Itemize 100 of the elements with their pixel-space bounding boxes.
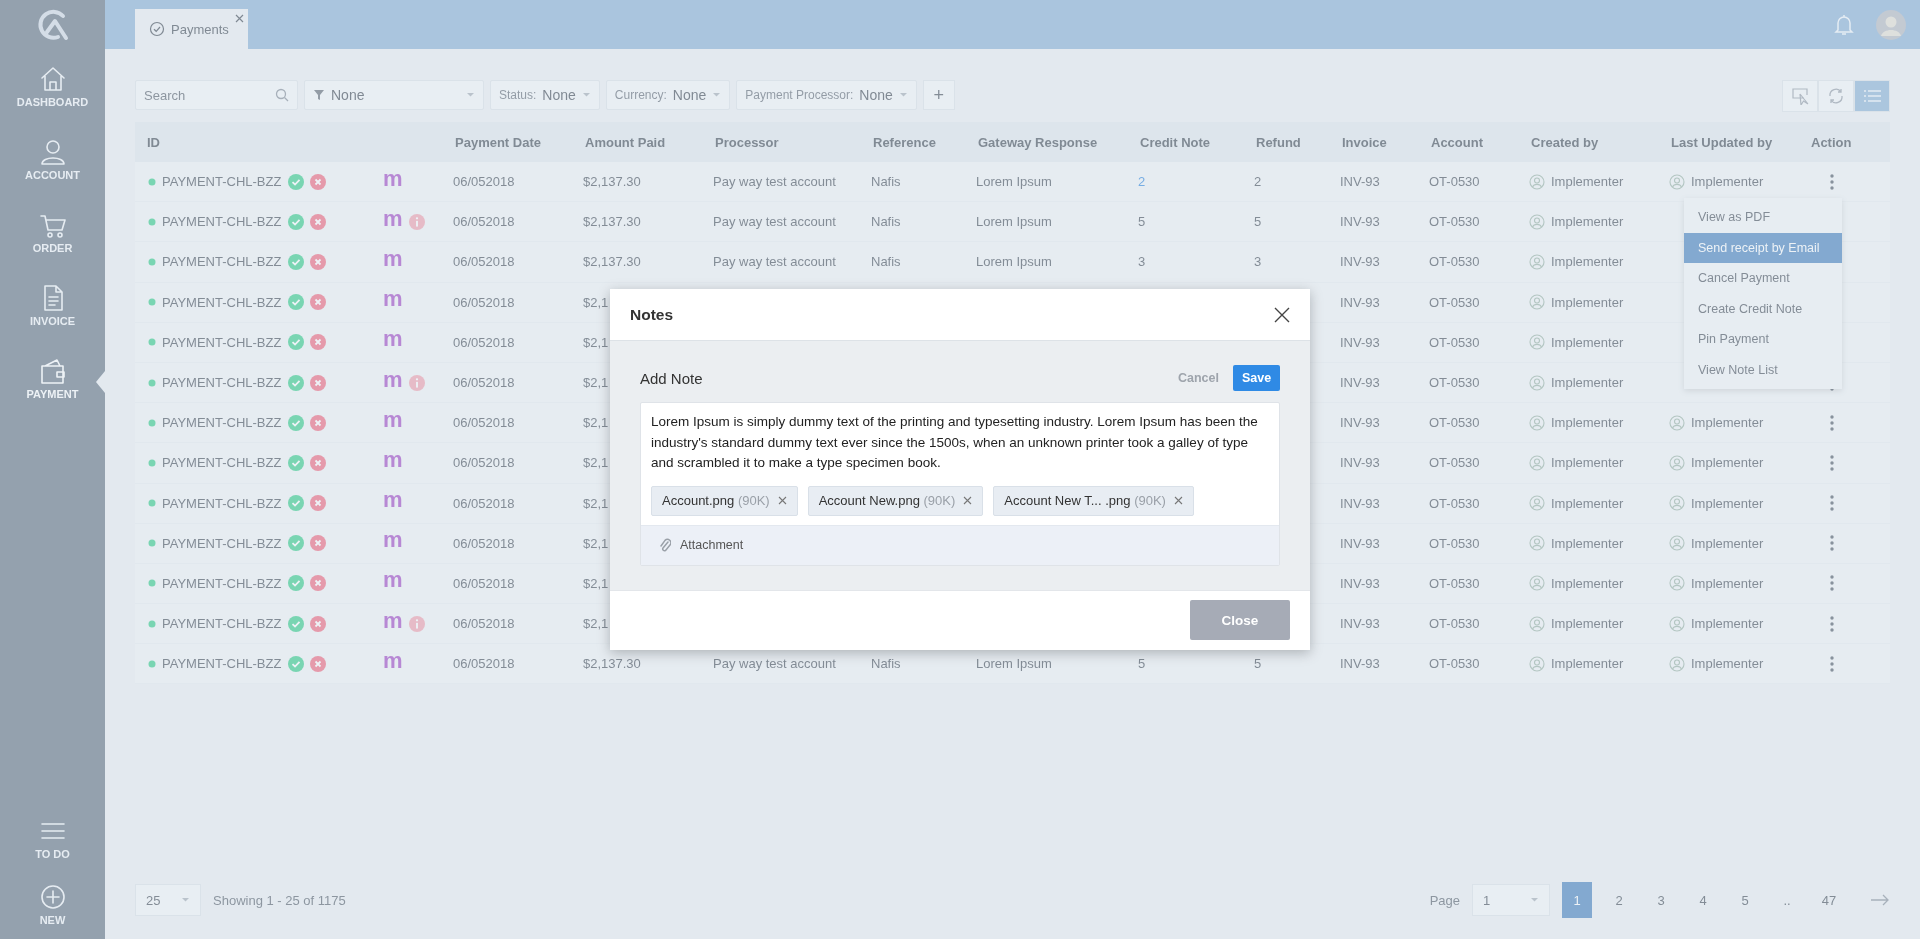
menu-item[interactable]: Send receipt by Email <box>1684 232 1842 263</box>
more-icon[interactable] <box>1830 655 1834 672</box>
approve-icon[interactable] <box>288 495 304 512</box>
search-field[interactable]: Search <box>135 80 298 110</box>
reject-icon[interactable] <box>310 173 326 190</box>
bell-icon[interactable] <box>1834 13 1854 36</box>
table-cell: Implementer <box>1551 415 1624 431</box>
tab[interactable]: Payments <box>135 9 248 49</box>
filter-dropdown[interactable]: None <box>304 80 484 110</box>
caret-icon <box>466 92 475 98</box>
page-button[interactable]: 4 <box>1688 882 1718 918</box>
approve-icon[interactable] <box>288 655 304 672</box>
reject-icon[interactable] <box>310 213 326 230</box>
table-cell: Lorem Ipsum <box>976 656 1052 672</box>
page-size-select[interactable]: 25 <box>135 884 201 916</box>
filter-dropdown[interactable]: Payment Processor: None <box>736 80 917 110</box>
table-cell: 06/052018 <box>453 254 515 270</box>
reject-icon[interactable] <box>310 253 326 270</box>
more-icon[interactable] <box>1830 535 1834 552</box>
more-icon[interactable] <box>1830 454 1834 471</box>
remove-icon[interactable] <box>1173 496 1183 506</box>
cancel-button[interactable]: Cancel <box>1178 371 1219 386</box>
reject-icon[interactable] <box>310 655 326 672</box>
menu-item[interactable]: Cancel Payment <box>1684 263 1842 294</box>
caret-icon <box>712 92 722 98</box>
table-cell: $2,1 <box>583 375 609 391</box>
sidebar-item[interactable]: PAYMENT <box>0 347 105 420</box>
more-icon[interactable] <box>1830 615 1834 632</box>
reject-icon[interactable] <box>310 575 326 592</box>
sidebar-item[interactable]: INVOICE <box>0 274 105 347</box>
sidebar-item[interactable]: NEW <box>0 873 105 939</box>
sidebar-item[interactable]: TO DO <box>0 807 105 873</box>
filter-dropdown[interactable]: Currency: None <box>605 80 731 110</box>
table-cell: INV-93 <box>1340 495 1380 511</box>
save-button[interactable]: Save <box>1233 365 1280 392</box>
menu-item[interactable]: Create Credit Note <box>1684 293 1842 324</box>
page-button[interactable]: 5 <box>1730 882 1760 918</box>
view-button[interactable] <box>1854 80 1890 112</box>
info-icon[interactable] <box>408 213 425 230</box>
approve-icon[interactable] <box>288 334 304 351</box>
sidebar-item[interactable]: ORDER <box>0 201 105 274</box>
approve-icon[interactable] <box>288 253 304 270</box>
page-button[interactable]: 3 <box>1646 882 1676 918</box>
more-icon[interactable] <box>1830 414 1834 431</box>
view-button[interactable] <box>1818 80 1854 112</box>
remove-icon[interactable] <box>777 496 787 506</box>
more-icon[interactable] <box>1830 495 1834 512</box>
reject-icon[interactable] <box>310 294 326 311</box>
reject-icon[interactable] <box>310 454 326 471</box>
processor-logo: m <box>383 368 403 391</box>
table-cell: 06/052018 <box>453 334 515 350</box>
more-icon[interactable] <box>1830 173 1834 190</box>
remove-icon[interactable] <box>963 496 973 506</box>
reject-icon[interactable] <box>310 615 326 632</box>
logo-icon[interactable] <box>35 8 70 42</box>
note-field[interactable]: Lorem Ipsum is simply dummy text of the printing and typesetting industry. Lorem Ipsum has been the industry's standard dummy text ever since the 1500s, when an unknown printer took a galley of type and scrambled it to make a type specimen book. <box>641 403 1279 482</box>
close-icon[interactable] <box>1274 306 1290 323</box>
approve-icon[interactable] <box>288 454 304 471</box>
add-filter-button[interactable]: + <box>922 80 955 110</box>
processor-logo: m <box>383 448 403 471</box>
table-cell: Implementer <box>1691 535 1764 551</box>
close-button[interactable]: Close <box>1190 600 1290 641</box>
page-button[interactable]: 2 <box>1604 882 1634 918</box>
filter-dropdown[interactable]: Status: None <box>490 80 600 110</box>
avatar-icon[interactable] <box>1876 9 1906 40</box>
credit-note-link[interactable]: 2 <box>1138 174 1146 190</box>
approve-icon[interactable] <box>288 173 304 190</box>
attachment-button[interactable]: Attachment <box>659 537 744 554</box>
page-button[interactable]: 1 <box>1562 882 1592 918</box>
reject-icon[interactable] <box>310 414 326 431</box>
approve-icon[interactable] <box>288 615 304 632</box>
view-button[interactable] <box>1782 80 1818 112</box>
menu-item[interactable]: View Note List <box>1684 354 1842 385</box>
page-button[interactable]: .. <box>1772 882 1802 918</box>
table-cell: $2,137.30 <box>583 214 641 230</box>
menu-item[interactable]: Pin Payment <box>1684 324 1842 355</box>
approve-icon[interactable] <box>288 535 304 552</box>
approve-icon[interactable] <box>288 213 304 230</box>
page-select[interactable]: 1 <box>1472 884 1550 916</box>
reject-icon[interactable] <box>310 495 326 512</box>
info-icon[interactable] <box>408 374 425 391</box>
reject-icon[interactable] <box>310 535 326 552</box>
approve-icon[interactable] <box>288 374 304 391</box>
column-header: Credit Note <box>1139 134 1212 150</box>
approve-icon[interactable] <box>288 575 304 592</box>
table-cell: Nafis <box>871 656 901 672</box>
sidebar-item[interactable]: ACCOUNT <box>0 128 105 201</box>
approve-icon[interactable] <box>288 414 304 431</box>
page-button[interactable]: 47 <box>1814 882 1844 918</box>
next-arrow-icon[interactable] <box>1870 894 1890 906</box>
reject-icon[interactable] <box>310 374 326 391</box>
approve-icon[interactable] <box>288 294 304 311</box>
sidebar-item[interactable]: DASHBOARD <box>0 55 105 128</box>
info-icon[interactable] <box>408 615 425 632</box>
menu-item[interactable]: View as PDF <box>1684 202 1842 233</box>
table-cell: Implementer <box>1551 495 1624 511</box>
more-icon[interactable] <box>1830 575 1834 592</box>
reject-icon[interactable] <box>310 334 326 351</box>
table-cell: INV-93 <box>1340 375 1380 391</box>
table-cell: OT-0530 <box>1429 575 1480 591</box>
